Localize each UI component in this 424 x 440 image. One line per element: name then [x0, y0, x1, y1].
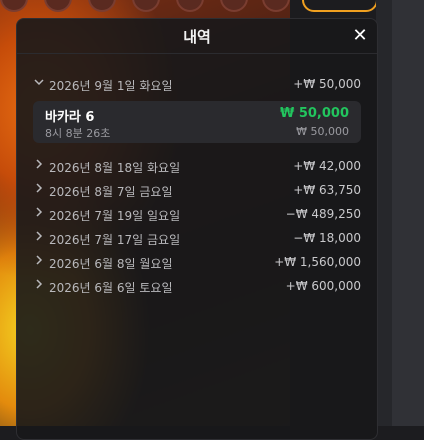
bet-amount: ₩ 50,000	[296, 125, 349, 138]
day-total: +₩ 42,000	[293, 159, 361, 173]
day-total: +₩ 50,000	[293, 77, 361, 91]
day-date: 2026년 8월 7일 금요일	[49, 185, 173, 199]
history-day-row[interactable]: 2026년 6월 6일 토요일 +₩ 600,000	[33, 275, 361, 299]
chevron-right-icon	[33, 230, 45, 242]
chevron-right-icon	[33, 182, 45, 194]
day-date: 2026년 9월 1일 화요일	[49, 79, 173, 93]
history-list: 2026년 9월 1일 화요일 +₩ 50,000 바카라 6 ₩ 50,000…	[33, 73, 361, 299]
day-date: 2026년 6월 6일 토요일	[49, 281, 173, 295]
top-action-button[interactable]	[302, 0, 378, 12]
day-total: −₩ 18,000	[293, 231, 361, 245]
game-name: 바카라 6	[45, 110, 95, 125]
history-day-row[interactable]: 2026년 8월 18일 화요일 +₩ 42,000	[33, 155, 361, 179]
day-date: 2026년 6월 8일 월요일	[49, 257, 173, 271]
history-day-row[interactable]: 2026년 8월 7일 금요일 +₩ 63,750	[33, 179, 361, 203]
chevron-right-icon	[33, 254, 45, 266]
chevron-right-icon	[33, 278, 45, 290]
chevron-right-icon	[33, 158, 45, 170]
day-total: +₩ 600,000	[285, 279, 361, 293]
bet-detail-card[interactable]: 바카라 6 ₩ 50,000 8시 8분 26초 ₩ 50,000	[33, 101, 361, 143]
day-date: 2026년 7월 19일 일요일	[49, 209, 181, 223]
day-total: +₩ 1,560,000	[274, 255, 361, 269]
history-day-row[interactable]: 2026년 7월 19일 일요일 −₩ 489,250	[33, 203, 361, 227]
chevron-right-icon	[33, 206, 45, 218]
history-panel: 내역 ✕ 2026년 9월 1일 화요일 +₩ 50,000 바카라 6 ₩ 5…	[16, 18, 378, 440]
day-total: −₩ 489,250	[285, 207, 361, 221]
panel-header: 내역 ✕	[17, 19, 377, 54]
panel-title: 내역	[183, 28, 211, 46]
close-icon[interactable]: ✕	[351, 27, 369, 45]
day-total: +₩ 63,750	[293, 183, 361, 197]
history-day-row-expanded[interactable]: 2026년 9월 1일 화요일 +₩ 50,000	[33, 73, 361, 97]
day-date: 2026년 7월 17일 금요일	[49, 233, 181, 247]
bet-time: 8시 8분 26초	[45, 127, 111, 140]
day-date: 2026년 8월 18일 화요일	[49, 161, 181, 175]
history-day-row[interactable]: 2026년 7월 17일 금요일 −₩ 18,000	[33, 227, 361, 251]
win-amount: ₩ 50,000	[279, 106, 349, 121]
top-chip-row	[0, 0, 300, 12]
chevron-down-icon	[33, 76, 45, 88]
history-day-row[interactable]: 2026년 6월 8일 월요일 +₩ 1,560,000	[33, 251, 361, 275]
side-strip	[392, 0, 424, 426]
